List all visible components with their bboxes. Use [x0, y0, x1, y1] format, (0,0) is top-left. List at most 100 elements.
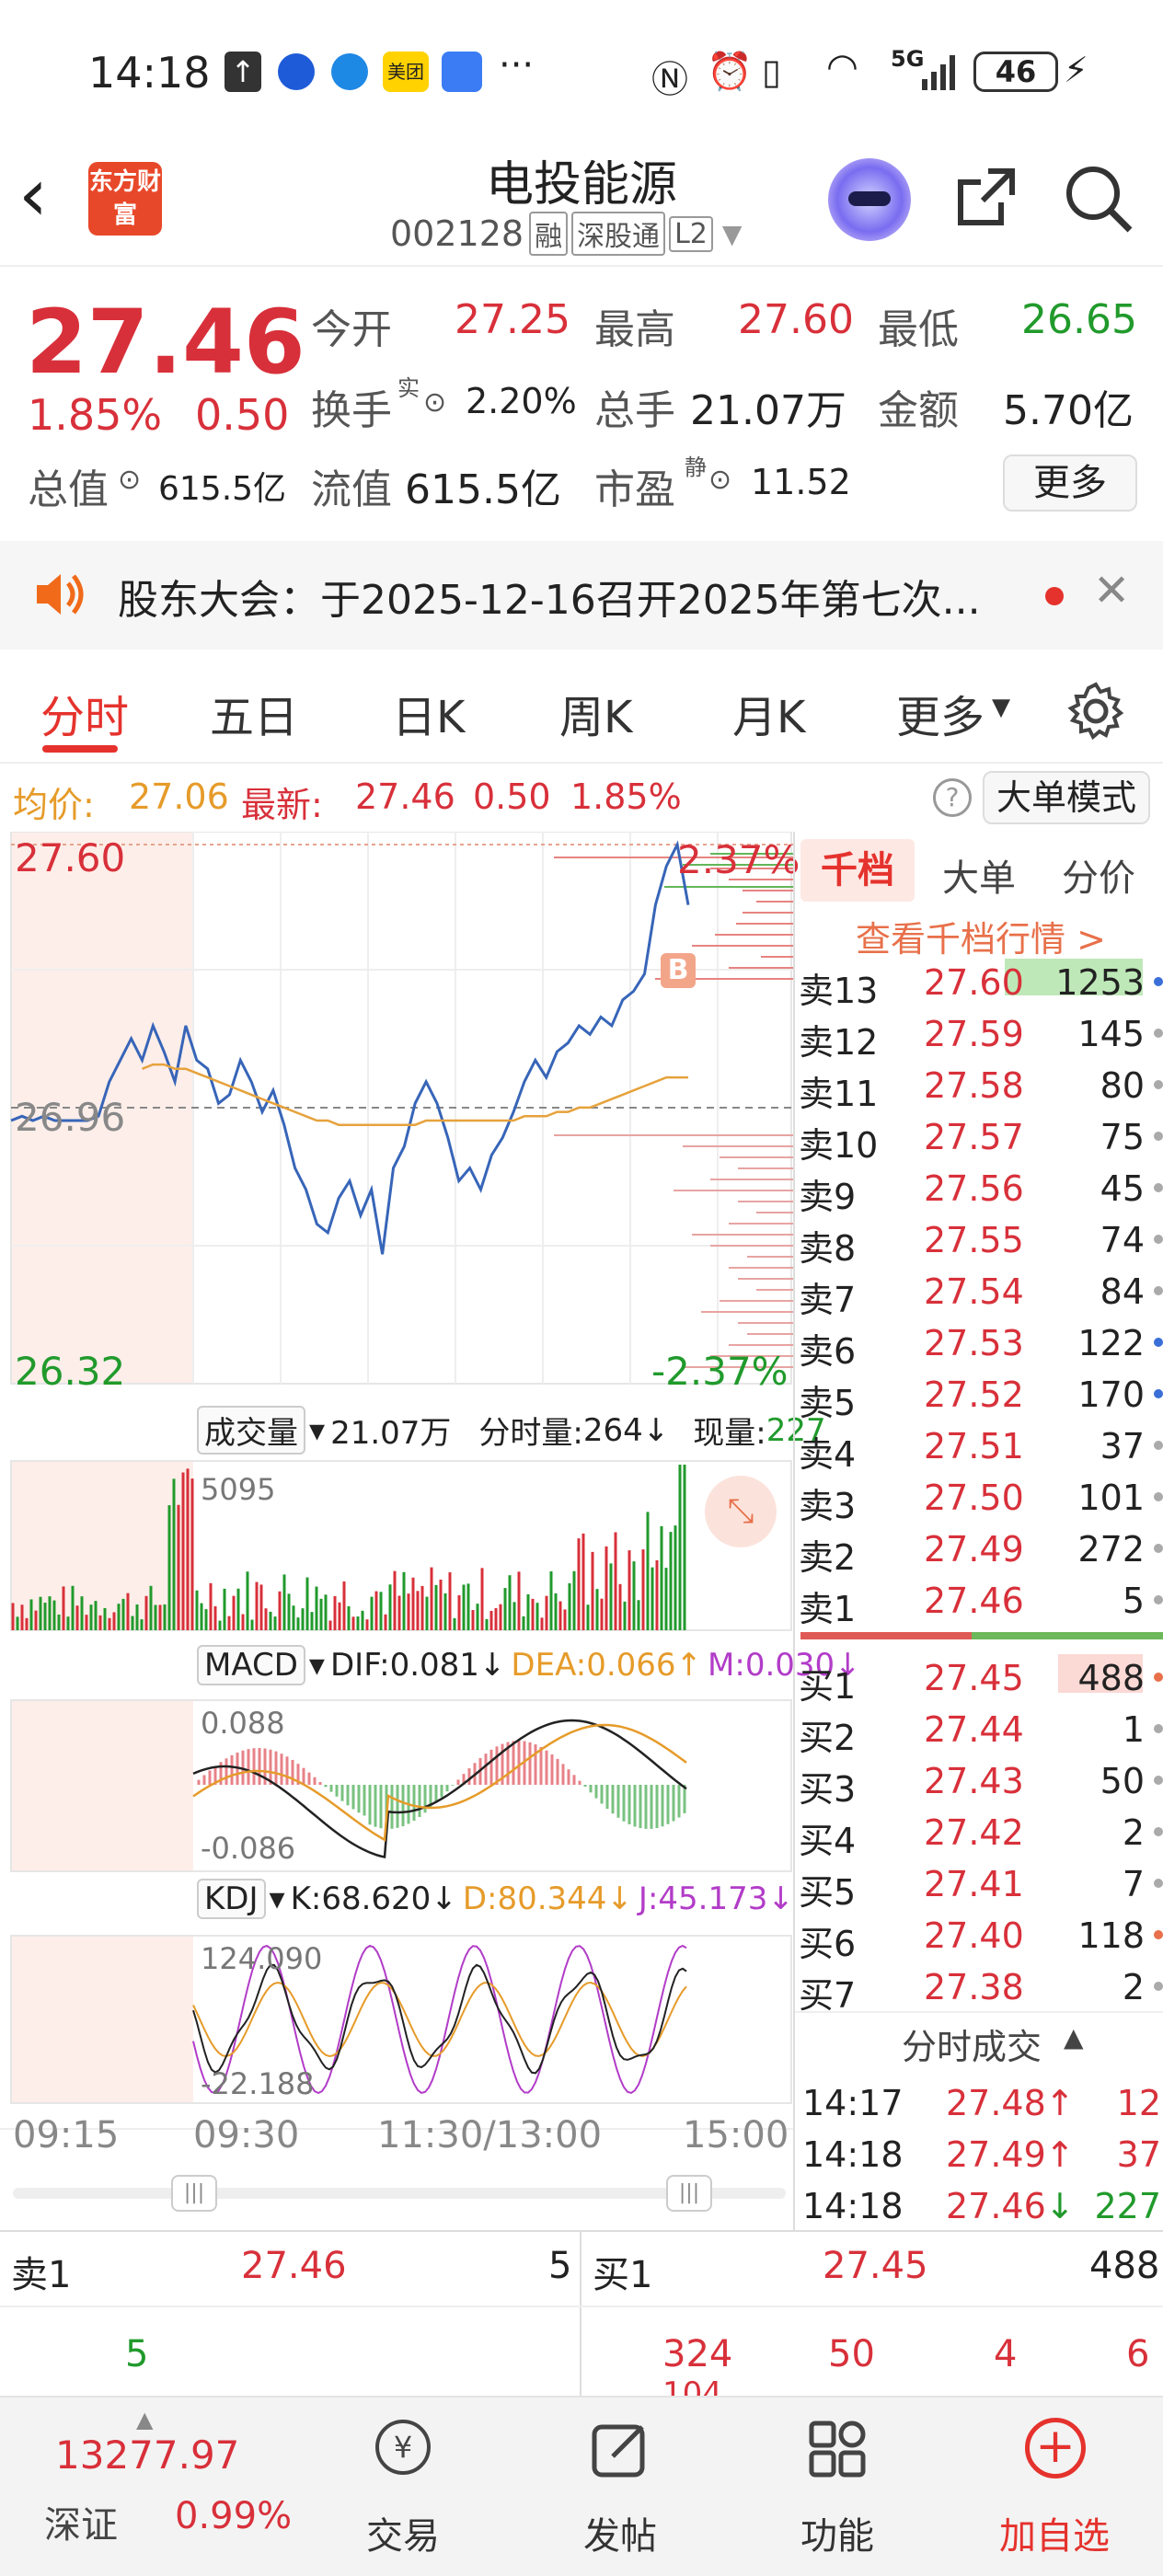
ask-price: 27.60 [924, 962, 1024, 1003]
tab-weekly-k[interactable]: 周K [559, 681, 632, 745]
ask-row[interactable]: 卖8 27.55 74 [795, 1214, 1163, 1269]
range-handle-right[interactable]: ||| [666, 2175, 712, 2212]
order-book: 千档 大单 分价 查看千档行情 > 卖13 27.60 1253 卖12 27.59 14… [793, 832, 1163, 2230]
ob-tab-depth[interactable]: 千档 [800, 839, 915, 902]
ask-price: 27.55 [924, 1220, 1024, 1260]
nfc-icon: Ⓝ [651, 59, 688, 101]
ask-row[interactable]: 卖13 27.60 1253 [795, 957, 1163, 1011]
info-icon[interactable]: ⊙ [423, 386, 446, 419]
ticks-collapse-icon[interactable]: ▲ [1064, 2022, 1084, 2053]
tick-time: 14:18 [802, 2186, 904, 2226]
pe-label: 市盈 [594, 466, 675, 513]
ask-row[interactable]: 卖12 27.59 145 [795, 1008, 1163, 1063]
stock-code: 002128 [390, 213, 524, 254]
help-icon[interactable]: ? [933, 778, 972, 817]
ask-row[interactable]: 卖10 27.57 75 [795, 1111, 1163, 1166]
ticks-title[interactable]: 分时成交 [902, 2018, 1042, 2069]
premarket-shade [11, 1700, 193, 1871]
ask-row[interactable]: 卖6 27.53 122 [795, 1317, 1163, 1372]
nav-trade[interactable]: ¥ 交易 [329, 2398, 477, 2576]
ask-level-label: 卖7 [799, 1280, 857, 1320]
ask-row[interactable]: 卖9 27.56 45 [795, 1163, 1163, 1217]
pe-sup: 静 [685, 454, 707, 480]
ask-row[interactable]: 卖4 27.51 37 [795, 1420, 1163, 1475]
intraday-chart-area[interactable] [0, 831, 793, 2221]
nav-add-watchlist[interactable]: + 加自选 [981, 2398, 1128, 2576]
notice-bar[interactable]: 股东大会：于2025-12-16召开2025年第七次... ✕ [0, 541, 1163, 650]
tab-intraday[interactable]: 分时 [40, 681, 129, 745]
mktcap-info-icon[interactable]: ⊙ [118, 464, 141, 496]
buy-marker[interactable]: B [661, 953, 696, 988]
time-label-1: 09:30 [193, 2114, 300, 2156]
intraday-info-bar: 均价: 27.06 最新: 27.46 0.50 1.85% ? 大单模式 [0, 764, 1163, 832]
ob-depth-link[interactable]: 查看千档行情 > [856, 911, 1106, 961]
pe-value: 11.52 [751, 462, 851, 502]
ob-tab-price[interactable]: 分价 [1062, 848, 1135, 902]
alarm-icon: ⏰ [707, 51, 753, 93]
axis-pct-top: 2.37% [677, 837, 800, 882]
close-icon[interactable]: ✕ [1093, 565, 1130, 616]
bid-row[interactable]: 买5 27.41 7 [795, 1858, 1163, 1913]
tick-direction: ↓ [1045, 2186, 1075, 2226]
big-order-mode-button[interactable]: 大单模式 [983, 771, 1150, 824]
bid-row[interactable]: 买2 27.44 1 [795, 1704, 1163, 1758]
ask-status-dot [1154, 1029, 1163, 1038]
ask-price: 27.53 [924, 1323, 1024, 1363]
ask-row[interactable]: 卖5 27.52 170 [795, 1369, 1163, 1423]
tab-five-day[interactable]: 五日 [210, 681, 298, 745]
bid-level-label: 买5 [799, 1872, 857, 1913]
kdj-indicator-select[interactable]: KDJ [197, 1879, 266, 1919]
ask-level-label: 卖10 [799, 1125, 879, 1166]
bid-level-label: 买7 [799, 1975, 857, 2016]
ask-row[interactable]: 卖3 27.50 101 [795, 1472, 1163, 1526]
ask-level-label: 卖13 [799, 971, 879, 1011]
index-expand-icon[interactable]: ▲ [136, 2407, 153, 2432]
search-icon[interactable] [1062, 162, 1135, 236]
amount-value: 5.70亿 [1003, 387, 1134, 434]
tick-price: 27.48 [946, 2083, 1046, 2123]
share-icon[interactable] [953, 164, 1019, 230]
ask-row[interactable]: 卖2 27.49 272 [795, 1524, 1163, 1578]
nav-functions[interactable]: 功能 [764, 2398, 911, 2576]
bid-row[interactable]: 买1 27.45 488 [795, 1652, 1163, 1707]
bottom-sell-label: 卖1 [11, 2254, 72, 2296]
index-value[interactable]: 13277.97 [55, 2432, 239, 2478]
bottom-buy-price: 27.45 [823, 2245, 928, 2287]
ask-row[interactable]: 卖7 27.54 84 [795, 1266, 1163, 1320]
range-handle-left[interactable]: ||| [171, 2175, 217, 2212]
intraday-chart[interactable] [0, 831, 793, 2221]
tab-more[interactable]: 更多 [896, 681, 985, 745]
bid-level-label: 买2 [799, 1718, 857, 1758]
ticks-divider [795, 2011, 1163, 2013]
ask-level-label: 卖4 [799, 1434, 857, 1475]
bid-row[interactable]: 买7 27.38 2 [795, 1961, 1163, 2016]
bid-row[interactable]: 买6 27.40 118 [795, 1910, 1163, 1964]
tab-monthly-k[interactable]: 月K [732, 681, 805, 745]
bid-volume: 118 [1077, 1915, 1145, 1956]
stock-header: ‹ 东方财富 电投能源 002128 融 深股通 L2 ▼ [0, 138, 1163, 267]
tab-daily-k[interactable]: 日K [392, 681, 465, 745]
bottom-buy-volume: 488 [1089, 2245, 1160, 2287]
ask-row[interactable]: 卖11 27.58 80 [795, 1060, 1163, 1114]
ob-tab-large[interactable]: 大单 [942, 848, 1016, 902]
volume-max-label: 5095 [201, 1472, 276, 1507]
bid-price: 27.40 [924, 1915, 1024, 1956]
nav-post[interactable]: 发帖 [547, 2398, 694, 2576]
kdj-j-arrow: ↓ [767, 1880, 794, 1917]
expand-chart-icon[interactable]: ⤡ [705, 1476, 777, 1547]
ask-row[interactable]: 卖1 27.46 5 [795, 1575, 1163, 1629]
more-button[interactable]: 更多 [1003, 454, 1137, 512]
settings-icon[interactable] [1065, 681, 1126, 742]
pe-info-icon[interactable]: ⊙ [708, 464, 731, 496]
dropdown-icon[interactable]: ▼ [722, 219, 743, 249]
more-notifications-icon: ··· [499, 44, 535, 86]
bid-row[interactable]: 买4 27.42 2 [795, 1807, 1163, 1861]
tick-row: 14:18 27.49 ↑ 37 [795, 2129, 1163, 2180]
latest-label: 最新: [241, 785, 323, 825]
network-label: 5G [891, 46, 925, 72]
bid-row[interactable]: 买3 27.43 50 [795, 1755, 1163, 1810]
assistant-avatar[interactable] [828, 158, 911, 241]
buy-queue-item-2: 50 [828, 2333, 875, 2375]
macd-indicator-select[interactable]: MACD [197, 1645, 305, 1685]
volume-indicator-select[interactable]: 成交量 [197, 1406, 305, 1455]
